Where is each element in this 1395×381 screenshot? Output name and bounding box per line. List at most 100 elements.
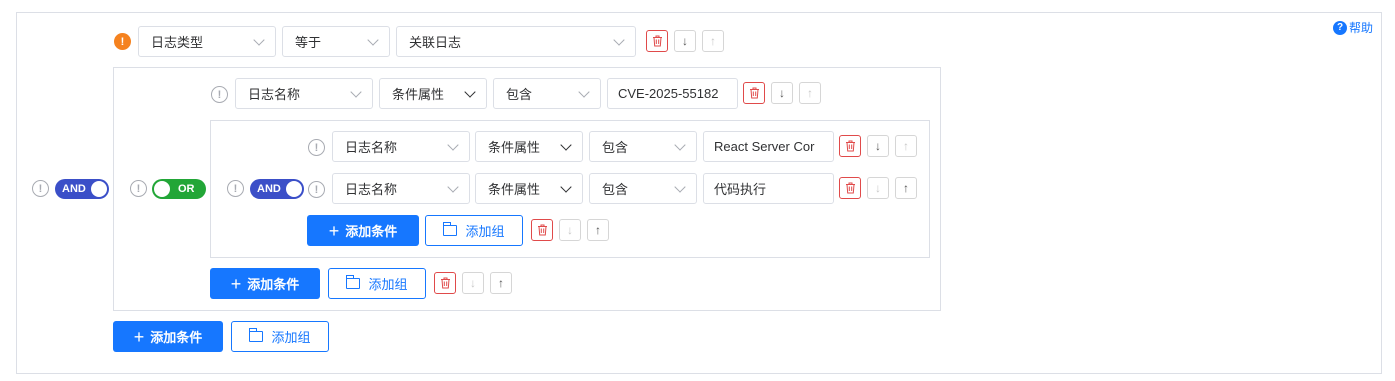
- add-group-button[interactable]: 添加组: [328, 268, 426, 299]
- info-icon: !: [308, 181, 325, 198]
- chevron-down-icon: [253, 34, 265, 46]
- chevron-down-icon: [560, 181, 572, 193]
- chevron-down-icon: [613, 34, 625, 46]
- trash-icon: [845, 182, 855, 194]
- value-input[interactable]: CVE-2025-55182: [607, 78, 738, 109]
- toggle-knob: [91, 181, 107, 197]
- add-condition-label: 添加条件: [247, 277, 300, 292]
- move-up-button[interactable]: ↑: [799, 82, 821, 104]
- warning-icon: !: [114, 33, 131, 50]
- move-down-button[interactable]: ↓: [867, 135, 889, 157]
- help-link[interactable]: ? 帮助: [1333, 19, 1373, 36]
- field-select-value: 日志名称: [248, 87, 301, 102]
- chevron-down-icon: [447, 139, 459, 151]
- info-icon: !: [130, 180, 147, 197]
- field-select-value: 日志类型: [151, 35, 204, 50]
- chevron-down-icon: [367, 34, 379, 46]
- attribute-select-value: 条件属性: [488, 140, 541, 155]
- field-select[interactable]: 日志名称: [235, 78, 373, 109]
- field-select[interactable]: 日志名称: [332, 173, 470, 204]
- value-input[interactable]: React Server Cor: [703, 131, 834, 162]
- operator-select-value: 包含: [602, 182, 629, 197]
- field-select-value: 日志名称: [345, 182, 398, 197]
- chevron-down-icon: [447, 181, 459, 193]
- delete-button[interactable]: [646, 30, 668, 52]
- info-icon: !: [32, 180, 49, 197]
- add-condition-button[interactable]: + 添加条件: [113, 321, 223, 352]
- chevron-down-icon: [674, 181, 686, 193]
- delete-button[interactable]: [839, 135, 861, 157]
- attribute-select-value: 条件属性: [392, 87, 445, 102]
- chevron-down-icon: [674, 139, 686, 151]
- add-condition-label: 添加条件: [150, 330, 203, 345]
- operator-select-value: 包含: [506, 87, 533, 102]
- delete-button[interactable]: [839, 177, 861, 199]
- move-group-up-button[interactable]: ↑: [587, 219, 609, 241]
- nested-and-toggle[interactable]: AND: [250, 179, 304, 199]
- add-group-button[interactable]: 添加组: [425, 215, 523, 246]
- toggle-knob: [154, 181, 170, 197]
- trash-icon: [845, 140, 855, 152]
- trash-icon: [652, 35, 662, 47]
- and-label: AND: [62, 183, 86, 195]
- delete-group-button[interactable]: [434, 272, 456, 294]
- add-group-button[interactable]: 添加组: [231, 321, 329, 352]
- add-group-label: 添加组: [465, 224, 505, 239]
- help-circle-icon: ?: [1333, 20, 1347, 35]
- field-select[interactable]: 日志名称: [332, 131, 470, 162]
- trash-icon: [749, 87, 759, 99]
- attribute-select[interactable]: 条件属性: [379, 78, 487, 109]
- trash-icon: [440, 277, 450, 289]
- add-group-label: 添加组: [271, 330, 311, 345]
- value-select[interactable]: 关联日志: [396, 26, 636, 57]
- info-icon: !: [227, 180, 244, 197]
- operator-select[interactable]: 包含: [493, 78, 601, 109]
- trash-icon: [537, 224, 547, 236]
- move-up-button[interactable]: ↑: [702, 30, 724, 52]
- chevron-down-icon: [560, 139, 572, 151]
- root-and-toggle[interactable]: AND: [55, 179, 109, 199]
- info-icon: !: [308, 139, 325, 156]
- help-label: 帮助: [1349, 21, 1374, 35]
- move-up-button[interactable]: ↑: [895, 135, 917, 157]
- attribute-select-value: 条件属性: [488, 182, 541, 197]
- move-group-up-button[interactable]: ↑: [490, 272, 512, 294]
- operator-select[interactable]: 等于: [282, 26, 390, 57]
- or-label: OR: [178, 183, 195, 195]
- delete-group-button[interactable]: [531, 219, 553, 241]
- move-up-button[interactable]: ↑: [895, 177, 917, 199]
- operator-select-value: 包含: [602, 140, 629, 155]
- folder-add-icon: [249, 328, 264, 342]
- value-input[interactable]: 代码执行: [703, 173, 834, 204]
- add-group-label: 添加组: [368, 277, 408, 292]
- value-select-value: 关联日志: [409, 35, 462, 50]
- move-down-button[interactable]: ↓: [867, 177, 889, 199]
- plus-icon: +: [328, 220, 340, 241]
- operator-select[interactable]: 包含: [589, 131, 697, 162]
- and-label: AND: [257, 183, 281, 195]
- chevron-down-icon: [350, 86, 362, 98]
- plus-icon: +: [133, 326, 145, 347]
- folder-add-icon: [346, 275, 361, 289]
- group-or-toggle[interactable]: OR: [152, 179, 206, 199]
- attribute-select[interactable]: 条件属性: [475, 131, 583, 162]
- info-icon: !: [211, 86, 228, 103]
- add-condition-label: 添加条件: [345, 224, 398, 239]
- chevron-down-icon: [464, 86, 476, 98]
- operator-select-value: 等于: [295, 35, 322, 50]
- attribute-select[interactable]: 条件属性: [475, 173, 583, 204]
- add-condition-button[interactable]: + 添加条件: [210, 268, 320, 299]
- move-down-button[interactable]: ↓: [674, 30, 696, 52]
- field-select[interactable]: 日志类型: [138, 26, 276, 57]
- chevron-down-icon: [578, 86, 590, 98]
- toggle-knob: [286, 181, 302, 197]
- move-group-down-button[interactable]: ↓: [559, 219, 581, 241]
- move-down-button[interactable]: ↓: [771, 82, 793, 104]
- move-group-down-button[interactable]: ↓: [462, 272, 484, 294]
- plus-icon: +: [230, 273, 242, 294]
- delete-button[interactable]: [743, 82, 765, 104]
- field-select-value: 日志名称: [345, 140, 398, 155]
- operator-select[interactable]: 包含: [589, 173, 697, 204]
- add-condition-button[interactable]: + 添加条件: [307, 215, 419, 246]
- folder-add-icon: [443, 222, 458, 236]
